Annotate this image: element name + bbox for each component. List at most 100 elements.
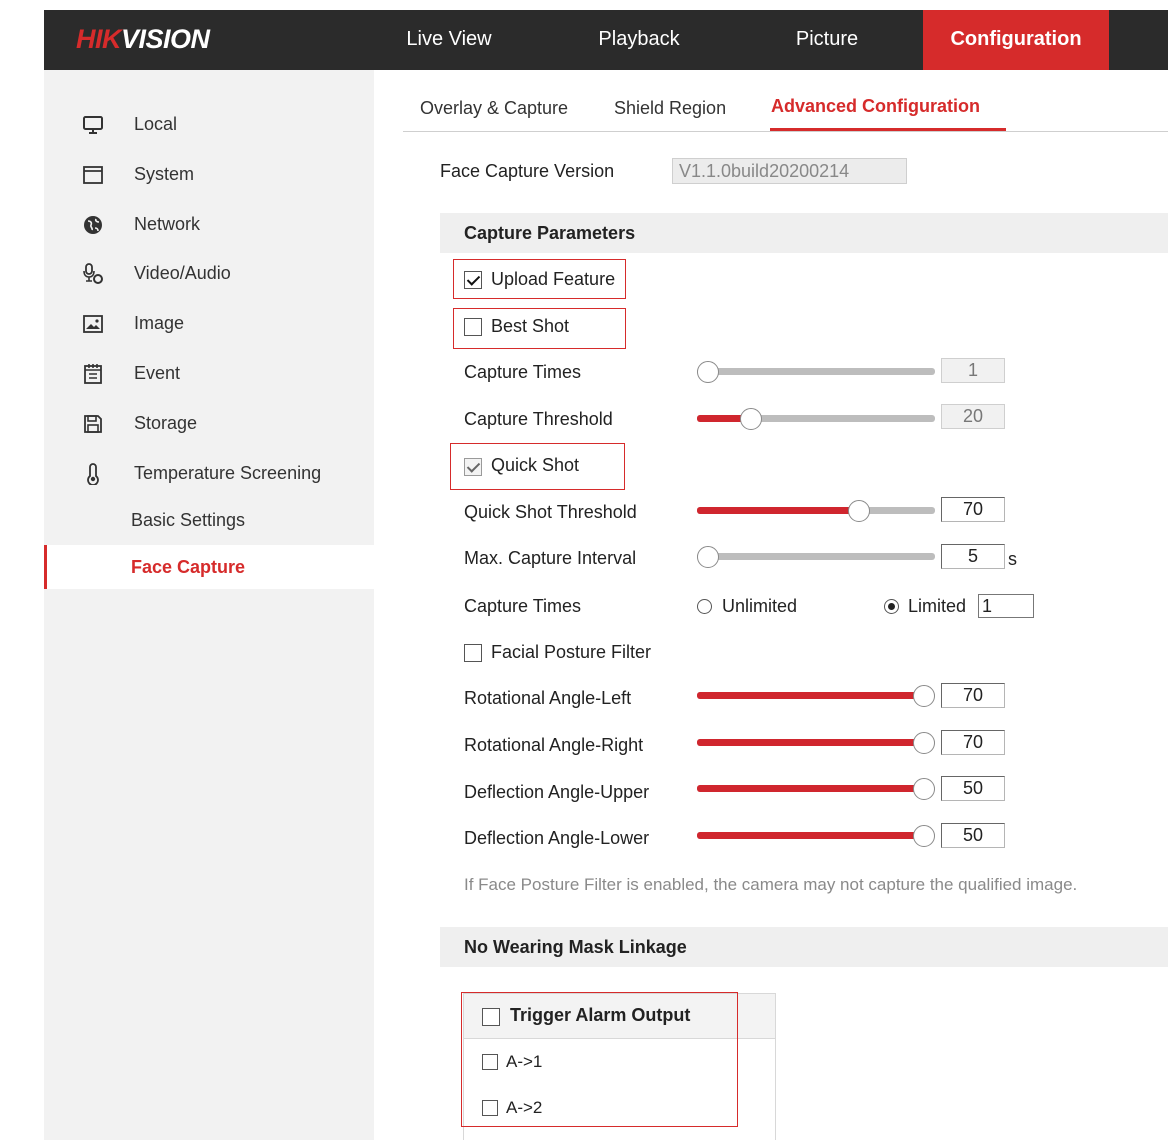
globe-icon bbox=[84, 216, 102, 234]
sidebar-item-label: Temperature Screening bbox=[134, 463, 322, 483]
slider-thumb[interactable] bbox=[697, 546, 719, 568]
capture-times-label: Capture Times bbox=[464, 362, 582, 382]
capture-times-mode-label: Capture Times bbox=[464, 596, 582, 616]
capture-threshold-slider[interactable] bbox=[697, 408, 935, 430]
slider-thumb[interactable] bbox=[913, 778, 935, 800]
unlimited-label: Unlimited bbox=[722, 596, 798, 616]
section-title: Capture Parameters bbox=[464, 223, 636, 243]
deflection-angle-upper-slider[interactable] bbox=[697, 778, 935, 800]
facial-posture-filter-checkbox[interactable] bbox=[464, 644, 482, 662]
nav-configuration[interactable]: Configuration bbox=[923, 10, 1109, 70]
slider-thumb[interactable] bbox=[913, 825, 935, 847]
top-navigation-bar: HIKVISION Live View Playback Picture Con… bbox=[44, 10, 1168, 70]
sidebar-item-label: Storage bbox=[134, 413, 198, 433]
rotational-angle-left-label: Rotational Angle-Left bbox=[464, 688, 632, 708]
upload-feature-checkbox[interactable] bbox=[464, 271, 482, 289]
window-icon bbox=[83, 166, 103, 184]
quick-shot-threshold-slider[interactable] bbox=[697, 500, 935, 522]
face-capture-version-label: Face Capture Version bbox=[440, 161, 615, 181]
slider-fill bbox=[697, 785, 924, 792]
slider-fill bbox=[697, 832, 924, 839]
calendar-icon bbox=[84, 364, 102, 384]
slider-fill bbox=[697, 507, 860, 514]
quick-shot-label: Quick Shot bbox=[491, 455, 580, 475]
tab-overlay-capture[interactable]: Overlay & Capture bbox=[420, 98, 568, 119]
max-capture-interval-label: Max. Capture Interval bbox=[464, 548, 637, 568]
deflection-angle-lower-label: Deflection Angle-Lower bbox=[464, 828, 650, 848]
slider-track bbox=[697, 368, 935, 375]
capture-times-slider[interactable] bbox=[697, 361, 935, 383]
rotational-angle-left-slider[interactable] bbox=[697, 685, 935, 707]
limited-radio[interactable] bbox=[884, 599, 899, 614]
picture-icon bbox=[83, 315, 103, 333]
slider-thumb[interactable] bbox=[740, 408, 763, 430]
capture-times-value: 1 bbox=[941, 358, 1005, 383]
max-capture-interval-value[interactable]: 5 bbox=[941, 544, 1005, 569]
sidebar-subitem-face-capture[interactable]: Face Capture bbox=[44, 545, 374, 589]
slider-thumb[interactable] bbox=[913, 685, 935, 707]
floppy-disk-icon bbox=[84, 415, 102, 433]
nav-label: Live View bbox=[406, 28, 492, 50]
nav-label: Playback bbox=[598, 28, 680, 50]
deflection-angle-upper-value[interactable]: 50 bbox=[941, 776, 1005, 801]
deflection-angle-lower-value[interactable]: 50 bbox=[941, 823, 1005, 848]
slider-thumb[interactable] bbox=[697, 361, 719, 383]
sidebar-item-label: Video/Audio bbox=[134, 263, 231, 283]
tab-shield-region[interactable]: Shield Region bbox=[614, 98, 726, 119]
tab-advanced-configuration[interactable]: Advanced Configuration bbox=[771, 96, 980, 117]
capture-threshold-value: 20 bbox=[941, 404, 1005, 429]
sidebar-item-system[interactable]: System bbox=[44, 156, 374, 196]
sidebar-item-event[interactable]: Event bbox=[44, 355, 374, 395]
rotational-angle-right-value[interactable]: 70 bbox=[941, 730, 1005, 755]
upload-feature-label: Upload Feature bbox=[491, 269, 616, 289]
posture-filter-note: If Face Posture Filter is enabled, the c… bbox=[464, 875, 1078, 894]
sidebar-item-label: Network bbox=[134, 214, 201, 234]
slider-thumb[interactable] bbox=[848, 500, 871, 522]
sidebar-item-label: Local bbox=[134, 114, 178, 134]
deflection-angle-upper-label: Deflection Angle-Upper bbox=[464, 782, 650, 802]
nav-label: Configuration bbox=[950, 28, 1082, 50]
sidebar-subitem-label: Face Capture bbox=[131, 557, 246, 577]
slider-track bbox=[697, 553, 935, 560]
logo-part-1: HIK bbox=[76, 24, 122, 54]
rotational-angle-right-label: Rotational Angle-Right bbox=[464, 735, 644, 755]
sidebar-item-label: Image bbox=[134, 313, 185, 333]
facial-posture-filter-label: Facial Posture Filter bbox=[491, 642, 652, 662]
capture-threshold-label: Capture Threshold bbox=[464, 409, 613, 429]
active-tab-underline bbox=[770, 128, 1006, 131]
deflection-angle-lower-slider[interactable] bbox=[697, 825, 935, 847]
slider-fill bbox=[697, 739, 924, 746]
best-shot-checkbox[interactable] bbox=[464, 318, 482, 336]
section-title: No Wearing Mask Linkage bbox=[464, 937, 687, 957]
nav-picture[interactable]: Picture bbox=[752, 10, 902, 70]
slider-thumb[interactable] bbox=[913, 732, 935, 754]
sidebar-subitem-basic-settings[interactable]: Basic Settings bbox=[44, 498, 374, 542]
slider-fill bbox=[697, 692, 924, 699]
sidebar: Local System Network Video/Audio Image E… bbox=[44, 70, 374, 1140]
highlight-frame bbox=[461, 992, 738, 1127]
no-wearing-mask-linkage-header: No Wearing Mask Linkage bbox=[440, 927, 1168, 967]
nav-live-view[interactable]: Live View bbox=[374, 10, 524, 70]
quick-shot-threshold-value[interactable]: 70 bbox=[941, 497, 1005, 522]
sidebar-item-local[interactable]: Local bbox=[44, 106, 374, 146]
config-tabs: Overlay & Capture Shield Region Advanced… bbox=[403, 88, 1168, 132]
nav-playback[interactable]: Playback bbox=[564, 10, 714, 70]
sidebar-item-image[interactable]: Image bbox=[44, 305, 374, 345]
sidebar-item-network[interactable]: Network bbox=[44, 206, 374, 246]
max-capture-interval-slider[interactable] bbox=[697, 546, 935, 568]
thermometer-icon bbox=[87, 463, 99, 485]
max-capture-interval-unit: s bbox=[1008, 549, 1017, 569]
limited-times-input[interactable]: 1 bbox=[978, 594, 1034, 618]
rotational-angle-left-value[interactable]: 70 bbox=[941, 683, 1005, 708]
sidebar-item-temperature-screening[interactable]: Temperature Screening bbox=[44, 455, 374, 495]
sidebar-item-label: System bbox=[134, 164, 195, 184]
unlimited-radio[interactable] bbox=[697, 599, 712, 614]
sidebar-subitem-label: Basic Settings bbox=[131, 510, 246, 530]
sidebar-item-video-audio[interactable]: Video/Audio bbox=[44, 255, 374, 295]
logo-part-2: VISION bbox=[121, 24, 210, 54]
quick-shot-checkbox[interactable] bbox=[464, 458, 482, 476]
limited-label: Limited bbox=[908, 596, 967, 616]
rotational-angle-right-slider[interactable] bbox=[697, 732, 935, 754]
quick-shot-threshold-label: Quick Shot Threshold bbox=[464, 502, 637, 522]
sidebar-item-storage[interactable]: Storage bbox=[44, 405, 374, 445]
